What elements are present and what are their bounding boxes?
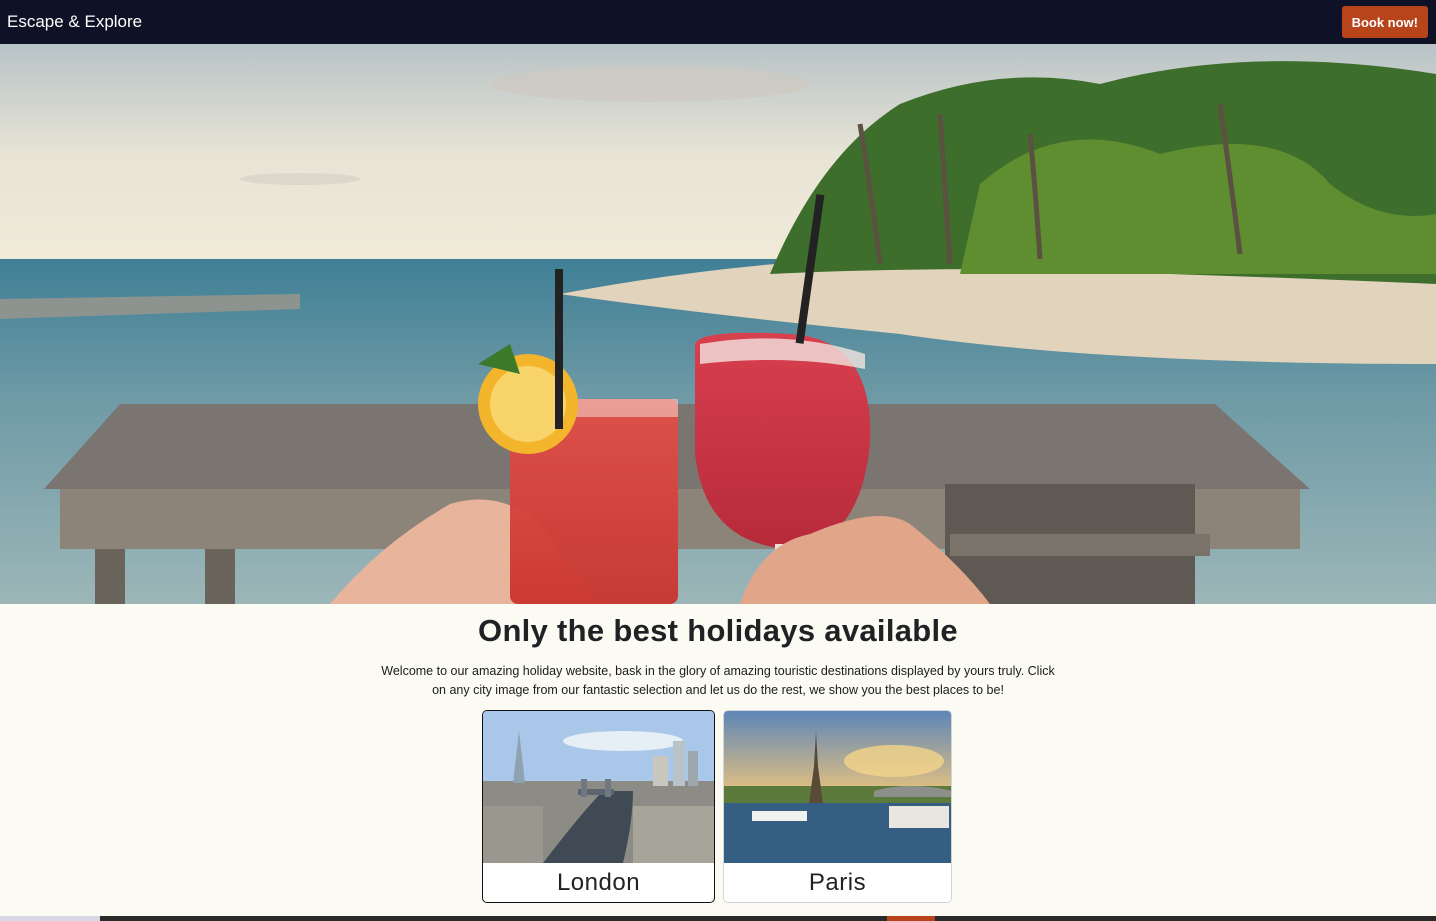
city-card-london[interactable]: London: [482, 710, 715, 903]
city-card-list: London Paris: [482, 710, 952, 903]
city-card-label: London: [556, 869, 641, 896]
city-card-paris[interactable]: Paris: [723, 710, 952, 903]
book-now-button[interactable]: Book now!: [1341, 6, 1428, 38]
paris-city-image[interactable]: [724, 711, 952, 863]
brand-logo-text[interactable]: Escape & Explore: [7, 12, 142, 32]
intro-text: Welcome to our amazing holiday website, …: [381, 664, 1055, 697]
top-navbar: Escape & Explore Book now!: [0, 0, 1436, 44]
hero-image-beach-drinks: [0, 44, 1436, 604]
city-card-label: Paris: [808, 869, 867, 896]
london-city-image[interactable]: [483, 711, 715, 863]
main-content: Only the best holidays available Welcome…: [0, 604, 1436, 903]
bottom-scroll-strip: [0, 916, 1436, 921]
strip-segment-light: [0, 916, 100, 921]
page-title: Only the best holidays available: [478, 613, 958, 648]
strip-segment-accent: [887, 916, 935, 921]
